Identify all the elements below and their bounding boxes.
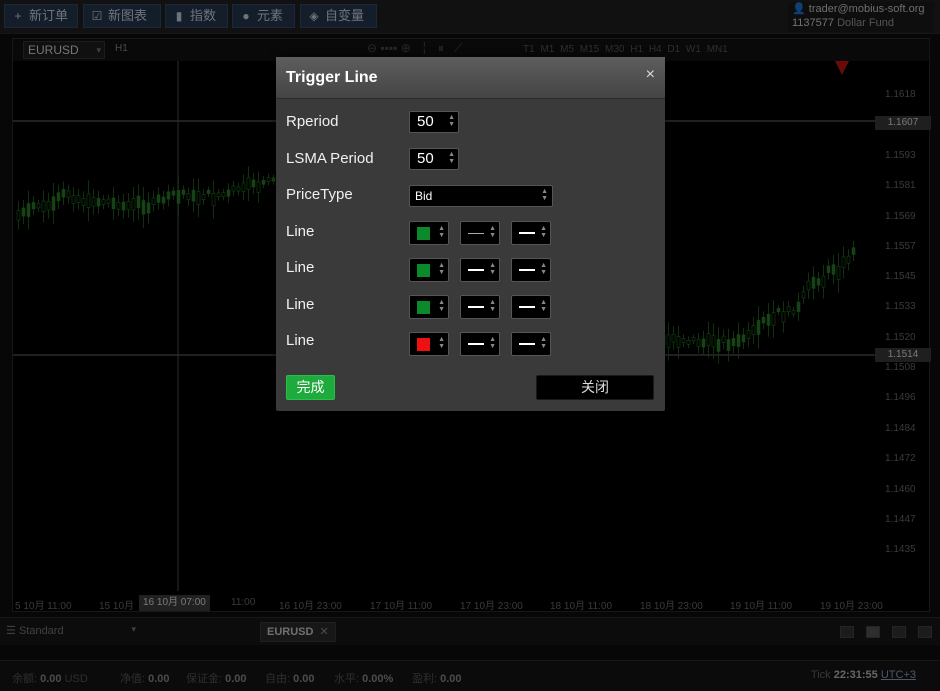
solid-line-icon: [519, 269, 535, 271]
done-button[interactable]: 完成: [286, 375, 335, 400]
line-4-color-picker[interactable]: ▲ ▼: [409, 332, 449, 356]
select-arrows-icon: ▲ ▼: [541, 188, 548, 202]
solid-line-icon: [519, 232, 535, 234]
rperiod-value: 50: [417, 113, 434, 130]
color-swatch: [417, 264, 430, 277]
close-button[interactable]: 关闭: [536, 375, 654, 400]
select-arrows-icon: ▲ ▼: [540, 262, 547, 276]
select-arrows-icon: ▲ ▼: [438, 336, 445, 350]
close-icon[interactable]: ×: [646, 66, 655, 84]
line-4-style-picker[interactable]: ▲ ▼: [460, 332, 500, 356]
select-arrows-icon: ▲ ▼: [489, 299, 496, 313]
line-1-style-picker[interactable]: ▲ ▼: [460, 221, 500, 245]
line-2-color-picker[interactable]: ▲ ▼: [409, 258, 449, 282]
dialog-title: Trigger Line: [286, 69, 378, 86]
line-3-label: Line: [286, 296, 315, 313]
line-3-width-picker[interactable]: ▲ ▼: [511, 295, 551, 319]
select-arrows-icon: ▲ ▼: [540, 336, 547, 350]
lsma-period-stepper[interactable]: 50 ▲ ▼: [409, 148, 459, 170]
price-type-label: PriceType: [286, 186, 353, 203]
price-type-value: Bid: [415, 189, 433, 203]
line-1-color-picker[interactable]: ▲ ▼: [409, 221, 449, 245]
color-swatch: [417, 301, 430, 314]
line-2-style-picker[interactable]: ▲ ▼: [460, 258, 500, 282]
select-arrows-icon: ▲ ▼: [489, 336, 496, 350]
dialog-header: Trigger Line ×: [276, 57, 665, 99]
select-arrows-icon: ▲ ▼: [489, 262, 496, 276]
select-arrows-icon: ▲ ▼: [438, 299, 445, 313]
price-type-select[interactable]: Bid ▲ ▼: [409, 185, 553, 207]
line-4-width-picker[interactable]: ▲ ▼: [511, 332, 551, 356]
select-arrows-icon: ▲ ▼: [438, 262, 445, 276]
line-4-label: Line: [286, 332, 315, 349]
solid-line-icon: [519, 343, 535, 345]
line-1-label: Line: [286, 223, 315, 240]
line-3-color-picker[interactable]: ▲ ▼: [409, 295, 449, 319]
line-2-width-picker[interactable]: ▲ ▼: [511, 258, 551, 282]
solid-line-icon: [468, 306, 484, 308]
solid-line-icon: [468, 343, 484, 345]
stepper-arrows-icon[interactable]: ▲ ▼: [448, 114, 455, 128]
line-3-style-picker[interactable]: ▲ ▼: [460, 295, 500, 319]
select-arrows-icon: ▲ ▼: [540, 299, 547, 313]
line-2-label: Line: [286, 259, 315, 276]
lsma-period-label: LSMA Period: [286, 150, 374, 167]
rperiod-label: Rperiod: [286, 113, 339, 130]
color-swatch: [417, 227, 430, 240]
solid-line-icon: [468, 269, 484, 271]
line-1-width-picker[interactable]: ▲ ▼: [511, 221, 551, 245]
lsma-period-value: 50: [417, 150, 434, 167]
trigger-line-dialog: Trigger Line × Rperiod 50 ▲ ▼ LSMA Period …: [276, 57, 665, 411]
select-arrows-icon: ▲ ▼: [489, 225, 496, 239]
dashed-line-icon: [468, 233, 484, 234]
trading-app: + 新订单 ☑ 新图表 ▮ 指数 ● 元素 ◈ 自变量 👤 trader@mobius-s…: [0, 0, 940, 691]
stepper-arrows-icon[interactable]: ▲ ▼: [448, 151, 455, 165]
select-arrows-icon: ▲ ▼: [438, 225, 445, 239]
color-swatch: [417, 338, 430, 351]
rperiod-stepper[interactable]: 50 ▲ ▼: [409, 111, 459, 133]
select-arrows-icon: ▲ ▼: [540, 225, 547, 239]
solid-line-icon: [519, 306, 535, 308]
